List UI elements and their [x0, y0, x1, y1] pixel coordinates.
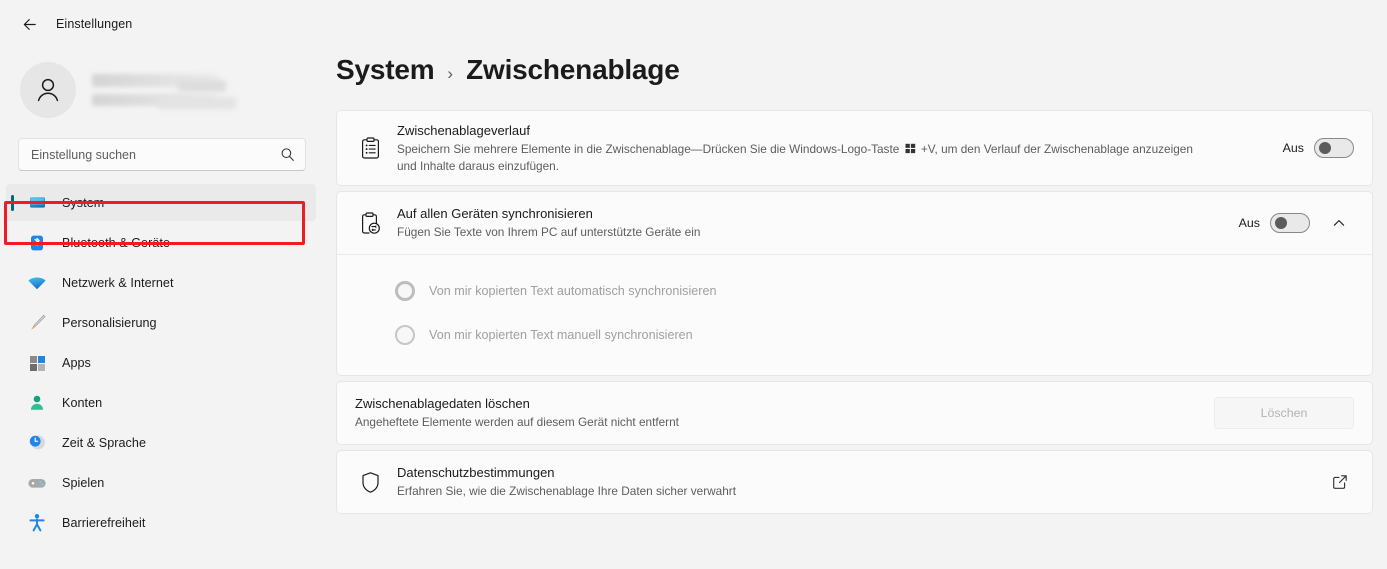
card-clipboard-history: Zwischenablageverlauf Speichern Sie mehr… [336, 110, 1373, 186]
account-name-redacted-extra-1 [178, 80, 226, 92]
setting-title: Zwischenablagedaten löschen [355, 396, 530, 412]
setting-row-sync-devices[interactable]: Auf allen Geräten synchronisieren Fügen … [337, 192, 1372, 254]
windows-logo-icon [905, 143, 915, 154]
app-title: Einstellungen [56, 17, 133, 31]
sidebar-item-apps[interactable]: Apps [6, 344, 316, 381]
sidebar-item-label: Personalisierung [62, 315, 157, 330]
person-avatar-icon [37, 78, 59, 102]
back-arrow-icon [23, 18, 36, 30]
setting-description: Fügen Sie Texte von Ihrem PC auf unterst… [397, 225, 701, 240]
bluetooth-icon [26, 233, 48, 253]
account-name-redacted-extra-2 [158, 97, 236, 109]
sidebar-item-label: System [62, 195, 105, 210]
setting-title: Zwischenablageverlauf [397, 123, 530, 138]
card-privacy-policy[interactable]: Datenschutzbestimmungen Erfahren Sie, wi… [336, 450, 1373, 514]
setting-description-part1: Speichern Sie mehrere Elemente in die Zw… [397, 142, 900, 156]
setting-text: Auf allen Geräten synchronisieren Fügen … [387, 194, 1225, 252]
accessibility-icon [26, 513, 48, 533]
setting-description: Angeheftete Elemente werden auf diesem G… [355, 415, 679, 430]
search-icon[interactable] [280, 147, 295, 162]
sidebar-item-label: Spielen [62, 475, 105, 490]
setting-title: Auf allen Geräten synchronisieren [397, 206, 593, 222]
radio-label: Von mir kopierten Text automatisch synch… [429, 284, 717, 298]
setting-row-clipboard-history[interactable]: Zwischenablageverlauf Speichern Sie mehr… [337, 111, 1372, 185]
breadcrumb: System › Zwischenablage [336, 0, 1373, 110]
clipboard-sync-icon [353, 211, 387, 235]
sidebar-item-label: Netzwerk & Internet [62, 275, 174, 290]
chevron-up-icon [1333, 220, 1345, 226]
setting-text: Zwischenablageverlauf Speichern Sie mehr… [387, 111, 1269, 185]
setting-control: Aus [1225, 208, 1354, 238]
external-link-icon [1333, 475, 1347, 489]
person-icon [26, 393, 48, 413]
clipboard-list-icon [353, 136, 387, 160]
brush-icon [26, 313, 48, 333]
sidebar-nav: System Bluetooth & Geräte Netzwerk & Int… [0, 184, 330, 541]
radio-label: Von mir kopierten Text manuell synchroni… [429, 328, 693, 342]
search-box[interactable] [18, 138, 306, 171]
setting-description: Speichern Sie mehrere Elemente in die Zw… [397, 141, 1197, 174]
shield-icon [353, 471, 387, 494]
selection-indicator [11, 194, 14, 211]
settings-window: Einstellungen Einstellung suchen System … [0, 0, 1387, 569]
monitor-icon [26, 193, 48, 213]
setting-text: Zwischenablagedaten löschen Angeheftete … [353, 384, 1200, 442]
toggle-state-label: Aus [1238, 216, 1260, 230]
radio-button[interactable] [395, 325, 415, 345]
sidebar-item-label: Zeit & Sprache [62, 435, 146, 450]
sidebar-item-bluetooth-devices[interactable]: Bluetooth & Geräte [6, 224, 316, 261]
sync-devices-toggle[interactable] [1270, 213, 1310, 233]
sidebar-item-network-internet[interactable]: Netzwerk & Internet [6, 264, 316, 301]
apps-grid-icon [26, 353, 48, 373]
setting-text: Datenschutzbestimmungen Erfahren Sie, wi… [387, 453, 1312, 511]
sidebar-item-personalization[interactable]: Personalisierung [6, 304, 316, 341]
breadcrumb-separator: › [447, 64, 454, 83]
setting-row-clear-data: Zwischenablagedaten löschen Angeheftete … [337, 382, 1372, 444]
toggle-knob [1275, 217, 1287, 229]
setting-control: Löschen [1200, 397, 1354, 429]
toggle-state-label: Aus [1282, 141, 1304, 155]
radio-button[interactable] [395, 281, 415, 301]
search-input[interactable] [31, 147, 280, 162]
radio-option-manual-sync[interactable]: Von mir kopierten Text manuell synchroni… [337, 313, 1372, 357]
setting-title: Datenschutzbestimmungen [397, 465, 555, 481]
account-block[interactable] [0, 48, 330, 124]
breadcrumb-root[interactable]: System [336, 54, 435, 86]
search-container [0, 124, 330, 171]
sidebar-item-gaming[interactable]: Spielen [6, 464, 316, 501]
sidebar-item-label: Konten [62, 395, 103, 410]
back-button[interactable] [14, 9, 44, 39]
expand-collapse-button[interactable] [1324, 208, 1354, 238]
page-title: Zwischenablage [466, 54, 680, 85]
wifi-icon [26, 273, 48, 293]
toggle-knob [1319, 142, 1331, 154]
sidebar-item-system[interactable]: System [6, 184, 316, 221]
avatar [20, 62, 76, 118]
card-sync-devices: Auf allen Geräten synchronisieren Fügen … [336, 191, 1373, 376]
sidebar-item-label: Apps [62, 355, 91, 370]
radio-option-auto-sync[interactable]: Von mir kopierten Text automatisch synch… [337, 269, 1372, 313]
sidebar-item-time-language[interactable]: Zeit & Sprache [6, 424, 316, 461]
gamepad-icon [26, 473, 48, 493]
sidebar-item-label: Barrierefreiheit [62, 515, 146, 530]
main-content: System › Zwischenablage Zwischenablageve… [330, 0, 1387, 569]
clear-clipboard-button[interactable]: Löschen [1214, 397, 1354, 429]
title-bar: Einstellungen [0, 0, 330, 48]
setting-control [1312, 468, 1354, 496]
setting-control: Aus [1269, 138, 1354, 158]
sidebar-item-label: Bluetooth & Geräte [62, 235, 171, 250]
sidebar: Einstellungen Einstellung suchen System … [0, 0, 330, 569]
clipboard-history-toggle[interactable] [1314, 138, 1354, 158]
open-external-link-button[interactable] [1326, 468, 1354, 496]
sidebar-item-accounts[interactable]: Konten [6, 384, 316, 421]
setting-description: Erfahren Sie, wie die Zwischenablage Ihr… [397, 484, 736, 499]
sync-options-group: Von mir kopierten Text automatisch synch… [337, 255, 1372, 375]
card-clear-clipboard-data: Zwischenablagedaten löschen Angeheftete … [336, 381, 1373, 445]
clock-globe-icon [26, 433, 48, 453]
setting-row-privacy[interactable]: Datenschutzbestimmungen Erfahren Sie, wi… [337, 451, 1372, 513]
sidebar-item-accessibility[interactable]: Barrierefreiheit [6, 504, 316, 541]
